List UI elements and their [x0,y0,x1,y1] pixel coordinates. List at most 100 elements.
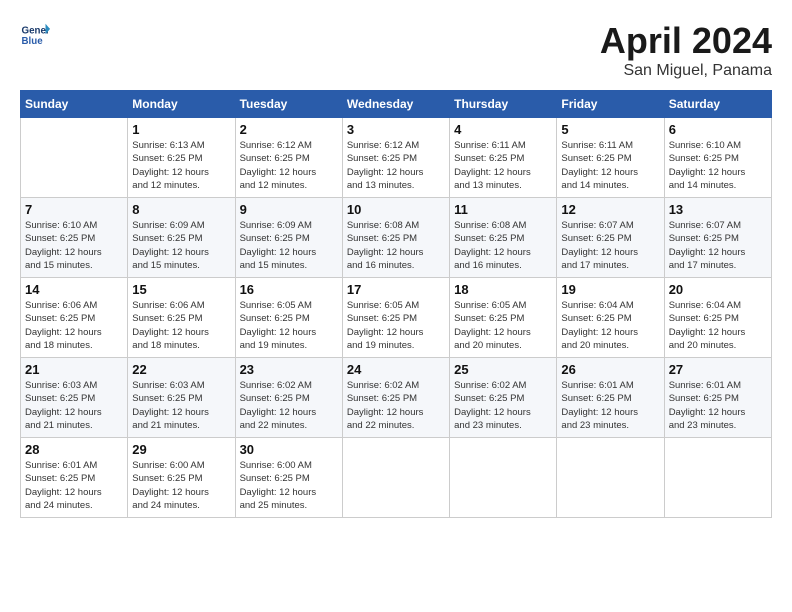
day-number: 14 [25,282,123,297]
calendar-cell [557,438,664,518]
header-cell-saturday: Saturday [664,91,771,118]
day-number: 28 [25,442,123,457]
calendar-cell: 29 Sunrise: 6:00 AM Sunset: 6:25 PM Dayli… [128,438,235,518]
day-info: Sunrise: 6:04 AM Sunset: 6:25 PM Dayligh… [669,299,767,352]
day-info: Sunrise: 6:02 AM Sunset: 6:25 PM Dayligh… [454,379,552,432]
calendar-cell: 9 Sunrise: 6:09 AM Sunset: 6:25 PM Daylig… [235,198,342,278]
day-info: Sunrise: 6:05 AM Sunset: 6:25 PM Dayligh… [347,299,445,352]
logo-icon: General Blue [20,20,50,50]
day-number: 3 [347,122,445,137]
calendar-cell: 16Sunrise: 6:05 AM Sunset: 6:25 PM Dayli… [235,278,342,358]
day-number: 29 [132,442,230,457]
day-info: Sunrise: 6:06 AM Sunset: 6:25 PM Dayligh… [132,299,230,352]
calendar-cell: 17 Sunrise: 6:05 AM Sunset: 6:25 PM Dayli… [342,278,449,358]
day-info: Sunrise: 6:02 AM Sunset: 6:25 PM Dayligh… [240,379,338,432]
week-row-4: 21 Sunrise: 6:03 AM Sunset: 6:25 PM Dayli… [21,358,772,438]
day-number: 27 [669,362,767,377]
svg-text:Blue: Blue [22,36,44,47]
calendar-cell [450,438,557,518]
week-row-2: 7 Sunrise: 6:10 AM Sunset: 6:25 PM Daylig… [21,198,772,278]
calendar-cell: 28 Sunrise: 6:01 AM Sunset: 6:25 PM Dayli… [21,438,128,518]
day-number: 1 [132,122,230,137]
day-info: Sunrise: 6:06 AM Sunset: 6:25 PM Dayligh… [25,299,123,352]
day-info: Sunrise: 6:02 AM Sunset: 6:25 PM Dayligh… [347,379,445,432]
calendar-cell: 12 Sunrise: 6:07 AM Sunset: 6:25 PM Dayli… [557,198,664,278]
day-number: 25 [454,362,552,377]
day-info: Sunrise: 6:00 AM Sunset: 6:25 PM Dayligh… [240,459,338,512]
day-number: 20 [669,282,767,297]
calendar-cell: 2 Sunrise: 6:12 AM Sunset: 6:25 PM Daylig… [235,118,342,198]
calendar-cell: 3 Sunrise: 6:12 AM Sunset: 6:25 PM Daylig… [342,118,449,198]
calendar-cell: 7 Sunrise: 6:10 AM Sunset: 6:25 PM Daylig… [21,198,128,278]
day-number: 4 [454,122,552,137]
calendar-cell: 21 Sunrise: 6:03 AM Sunset: 6:25 PM Dayli… [21,358,128,438]
day-info: Sunrise: 6:01 AM Sunset: 6:25 PM Dayligh… [669,379,767,432]
week-row-5: 28 Sunrise: 6:01 AM Sunset: 6:25 PM Dayli… [21,438,772,518]
calendar-cell: 27 Sunrise: 6:01 AM Sunset: 6:25 PM Dayli… [664,358,771,438]
calendar-cell: 8 Sunrise: 6:09 AM Sunset: 6:25 PM Daylig… [128,198,235,278]
day-number: 19 [561,282,659,297]
day-number: 16 [240,282,338,297]
day-number: 13 [669,202,767,217]
day-info: Sunrise: 6:04 AM Sunset: 6:25 PM Dayligh… [561,299,659,352]
header-cell-thursday: Thursday [450,91,557,118]
calendar-cell: 5 Sunrise: 6:11 AM Sunset: 6:25 PM Daylig… [557,118,664,198]
header-cell-wednesday: Wednesday [342,91,449,118]
day-number: 18 [454,282,552,297]
day-info: Sunrise: 6:12 AM Sunset: 6:25 PM Dayligh… [240,139,338,192]
page-header: General Blue April 2024 San Miguel, Pana… [20,20,772,80]
day-info: Sunrise: 6:09 AM Sunset: 6:25 PM Dayligh… [132,219,230,272]
day-info: Sunrise: 6:03 AM Sunset: 6:25 PM Dayligh… [25,379,123,432]
day-number: 2 [240,122,338,137]
day-number: 24 [347,362,445,377]
day-number: 10 [347,202,445,217]
day-number: 12 [561,202,659,217]
day-info: Sunrise: 6:00 AM Sunset: 6:25 PM Dayligh… [132,459,230,512]
day-info: Sunrise: 6:01 AM Sunset: 6:25 PM Dayligh… [25,459,123,512]
day-number: 26 [561,362,659,377]
day-info: Sunrise: 6:11 AM Sunset: 6:25 PM Dayligh… [454,139,552,192]
logo: General Blue [20,20,54,50]
day-info: Sunrise: 6:11 AM Sunset: 6:25 PM Dayligh… [561,139,659,192]
calendar-cell: 20 Sunrise: 6:04 AM Sunset: 6:25 PM Dayli… [664,278,771,358]
day-number: 22 [132,362,230,377]
day-number: 23 [240,362,338,377]
day-info: Sunrise: 6:05 AM Sunset: 6:25 PM Dayligh… [454,299,552,352]
day-info: Sunrise: 6:07 AM Sunset: 6:25 PM Dayligh… [561,219,659,272]
calendar-cell: 26 Sunrise: 6:01 AM Sunset: 6:25 PM Dayli… [557,358,664,438]
week-row-3: 14 Sunrise: 6:06 AM Sunset: 6:25 PM Dayli… [21,278,772,358]
calendar-cell: 1 Sunrise: 6:13 AM Sunset: 6:25 PM Daylig… [128,118,235,198]
day-info: Sunrise: 6:13 AM Sunset: 6:25 PM Dayligh… [132,139,230,192]
day-info: Sunrise: 6:07 AM Sunset: 6:25 PM Dayligh… [669,219,767,272]
day-info: Sunrise: 6:08 AM Sunset: 6:25 PM Dayligh… [454,219,552,272]
day-info: Sunrise: 6:01 AM Sunset: 6:25 PM Dayligh… [561,379,659,432]
calendar-cell: 22Sunrise: 6:03 AM Sunset: 6:25 PM Dayli… [128,358,235,438]
calendar-cell: 25 Sunrise: 6:02 AM Sunset: 6:25 PM Dayli… [450,358,557,438]
header-cell-tuesday: Tuesday [235,91,342,118]
day-info: Sunrise: 6:10 AM Sunset: 6:25 PM Dayligh… [25,219,123,272]
day-number: 5 [561,122,659,137]
calendar-cell: 13 Sunrise: 6:07 AM Sunset: 6:25 PM Dayli… [664,198,771,278]
day-info: Sunrise: 6:12 AM Sunset: 6:25 PM Dayligh… [347,139,445,192]
day-number: 6 [669,122,767,137]
calendar-cell: 23 Sunrise: 6:02 AM Sunset: 6:25 PM Dayli… [235,358,342,438]
day-info: Sunrise: 6:09 AM Sunset: 6:25 PM Dayligh… [240,219,338,272]
header-cell-sunday: Sunday [21,91,128,118]
header-row: SundayMondayTuesdayWednesdayThursdayFrid… [21,91,772,118]
calendar-cell: 10 Sunrise: 6:08 AM Sunset: 6:25 PM Dayli… [342,198,449,278]
day-number: 7 [25,202,123,217]
day-number: 21 [25,362,123,377]
calendar-cell: 14 Sunrise: 6:06 AM Sunset: 6:25 PM Dayli… [21,278,128,358]
day-number: 30 [240,442,338,457]
day-info: Sunrise: 6:08 AM Sunset: 6:25 PM Dayligh… [347,219,445,272]
day-number: 11 [454,202,552,217]
calendar-cell: 11 Sunrise: 6:08 AM Sunset: 6:25 PM Dayli… [450,198,557,278]
calendar-cell [664,438,771,518]
calendar-cell: 6Sunrise: 6:10 AM Sunset: 6:25 PM Daylig… [664,118,771,198]
day-number: 8 [132,202,230,217]
day-number: 17 [347,282,445,297]
location-subtitle: San Miguel, Panama [600,62,772,80]
day-number: 9 [240,202,338,217]
month-title: April 2024 [600,20,772,62]
week-row-1: 1 Sunrise: 6:13 AM Sunset: 6:25 PM Daylig… [21,118,772,198]
